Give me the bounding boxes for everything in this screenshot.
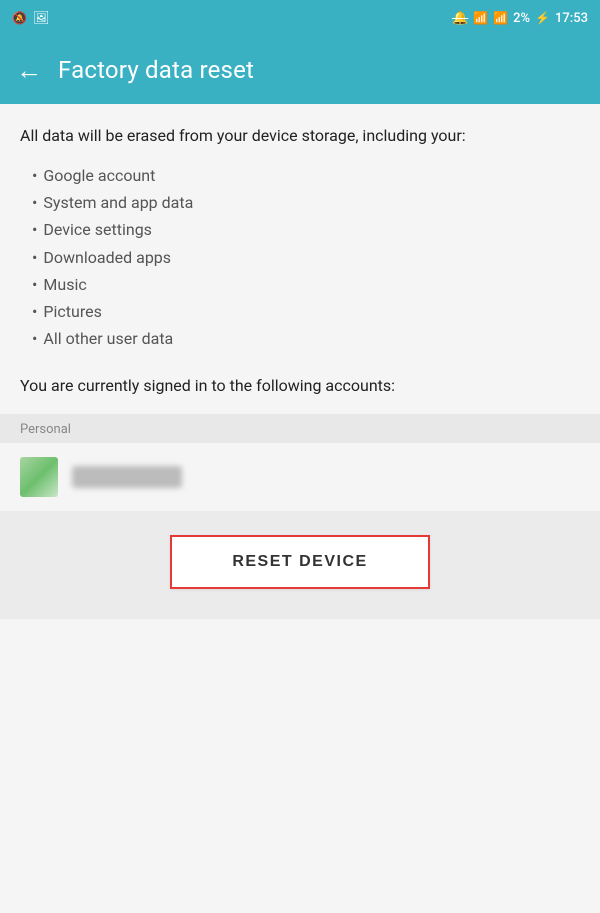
wifi-icon: 📶 — [473, 11, 488, 25]
notification-icon: 🔕 — [12, 11, 27, 25]
back-button[interactable]: ← — [16, 55, 42, 86]
item-pictures: Pictures — [43, 298, 101, 325]
bullet-2: • — [32, 189, 37, 216]
account-row — [0, 443, 600, 511]
bullet-7: • — [32, 325, 37, 352]
battery-icon: ⚡ — [535, 11, 550, 25]
list-item: •System and app data — [32, 189, 580, 216]
bullet-4: • — [32, 244, 37, 271]
page-title: Factory data reset — [58, 56, 254, 84]
item-system-data: System and app data — [43, 189, 193, 216]
signal-icon: 📶 — [493, 11, 508, 25]
item-downloaded-apps: Downloaded apps — [43, 244, 171, 271]
list-item: •All other user data — [32, 325, 580, 352]
mute-icon: 🔔 — [452, 11, 468, 26]
list-item: •Device settings — [32, 216, 580, 243]
personal-section: Personal — [0, 414, 600, 511]
personal-label: Personal — [0, 414, 600, 443]
status-bar-right-icons: 🔔 📶 📶 2% ⚡ 17:53 — [452, 11, 588, 26]
account-name-blurred — [72, 466, 182, 488]
erasure-items-list: •Google account •System and app data •De… — [20, 162, 580, 352]
status-bar-left-icons: 🔕 🖼 — [12, 11, 49, 26]
bullet-3: • — [32, 216, 37, 243]
list-item: •Google account — [32, 162, 580, 189]
bullet-5: • — [32, 271, 37, 298]
status-bar: 🔕 🖼 🔔 📶 📶 2% ⚡ 17:53 — [0, 0, 600, 36]
list-item: •Pictures — [32, 298, 580, 325]
image-icon: 🖼 — [33, 11, 50, 26]
time-display: 17:53 — [555, 11, 588, 26]
bullet-1: • — [32, 162, 37, 189]
account-avatar — [20, 457, 58, 497]
signed-in-text: You are currently signed in to the follo… — [20, 374, 580, 398]
warning-text: All data will be erased from your device… — [20, 124, 580, 148]
top-bar: ← Factory data reset — [0, 36, 600, 104]
item-user-data: All other user data — [43, 325, 173, 352]
bullet-6: • — [32, 298, 37, 325]
battery-level: 2% — [513, 11, 530, 26]
item-music: Music — [43, 271, 86, 298]
button-area: RESET DEVICE — [0, 511, 600, 619]
reset-device-button[interactable]: RESET DEVICE — [170, 535, 430, 589]
list-item: •Music — [32, 271, 580, 298]
item-google-account: Google account — [43, 162, 155, 189]
item-device-settings: Device settings — [43, 216, 152, 243]
main-content: All data will be erased from your device… — [0, 104, 600, 398]
list-item: •Downloaded apps — [32, 244, 580, 271]
